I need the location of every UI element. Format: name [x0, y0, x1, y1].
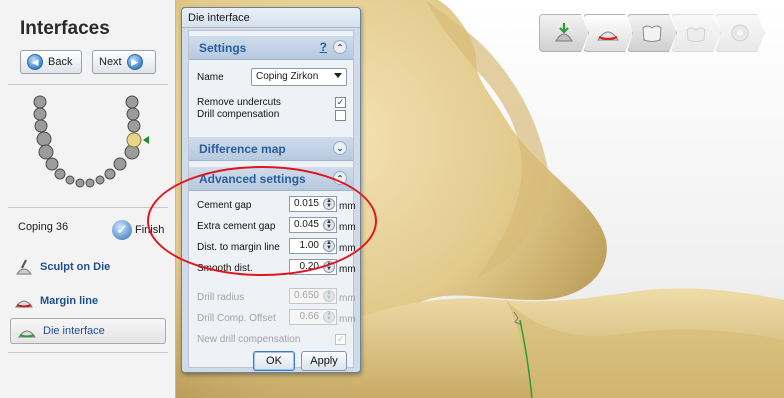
tooth-marker-icon [143, 136, 149, 144]
collapse-icon[interactable]: ⌃ [333, 40, 347, 54]
next-label: Next [99, 56, 122, 68]
settings-section-header[interactable]: Settings ? ⌃ [189, 36, 353, 60]
stage-coping-button[interactable] [583, 14, 633, 52]
settings-header-label: Settings [199, 41, 247, 55]
dental-chart[interactable] [28, 94, 158, 194]
stage-crown-outline-button[interactable] [671, 14, 721, 52]
coping-stage-icon [597, 31, 619, 41]
tool-label: Margin line [40, 295, 99, 307]
stage-crown-button[interactable] [627, 14, 677, 52]
unit-label: mm [339, 293, 356, 304]
drill-comp-offset-label: Drill Comp. Offset [197, 313, 276, 324]
name-label: Name [197, 72, 224, 83]
help-icon[interactable]: ? [320, 40, 327, 54]
spinner-arrows-icon[interactable]: ▲ ▼ [323, 311, 335, 323]
name-value: Coping Zirkon [256, 71, 319, 82]
remove-undercuts-checkbox[interactable]: ✓ [335, 97, 346, 108]
arrow-left-icon: ◀ [27, 54, 43, 70]
drill-comp-offset-spinner[interactable]: 0.66 ▲ ▼ [289, 309, 337, 325]
selected-tooth[interactable] [126, 132, 142, 148]
coping-label: Coping 36 [18, 221, 69, 233]
remove-undercuts-label: Remove undercuts [197, 97, 281, 108]
drill-comp-offset-value: 0.66 [299, 311, 319, 322]
drill-radius-spinner[interactable]: 0.650 ▲ ▼ [289, 288, 337, 304]
settings-stage-icon [731, 24, 749, 42]
new-drill-compensation-checkbox[interactable]: ✓ [335, 334, 346, 345]
drill-compensation-checkbox[interactable] [335, 110, 346, 121]
back-button[interactable]: ◀ Back [20, 50, 82, 74]
sculpt-on-die-tool[interactable]: Sculpt on Die [14, 258, 110, 276]
sculpt-icon [16, 259, 32, 275]
annotation-ellipse [147, 166, 377, 276]
dialog-title[interactable]: Die interface [182, 8, 360, 28]
crown-stage-icon [642, 25, 662, 42]
margin-line-icon [15, 300, 33, 308]
die-interface-icon [18, 330, 36, 338]
stage-die-button[interactable] [539, 14, 589, 52]
divider [8, 84, 168, 85]
expand-icon[interactable]: ⌄ [333, 141, 347, 155]
stage-toolbar [539, 14, 765, 52]
new-drill-compensation-label: New drill compensation [197, 334, 301, 345]
apply-button[interactable]: Apply [301, 351, 347, 371]
stage-settings-button[interactable] [715, 14, 765, 52]
crown-outline-stage-icon [686, 27, 706, 42]
name-dropdown[interactable]: Coping Zirkon [251, 68, 347, 86]
margin-line-tool[interactable]: Margin line [14, 292, 98, 310]
arrow-right-icon: ▶ [126, 54, 143, 70]
next-button[interactable]: Next ▶ [92, 50, 156, 74]
panel-title: Interfaces [20, 18, 110, 39]
drill-radius-value: 0.650 [293, 290, 319, 301]
spinner-arrows-icon[interactable]: ▲ ▼ [323, 290, 335, 302]
left-panel: Interfaces ◀ Back Next ▶ Coping 36 ✓ Fin… [0, 0, 176, 398]
drill-compensation-label: Drill compensation [197, 109, 280, 120]
die-stage-icon [555, 23, 573, 42]
ok-button[interactable]: OK [253, 351, 295, 371]
difference-map-label: Difference map [199, 142, 286, 156]
divider [8, 207, 168, 208]
tool-label: Sculpt on Die [40, 261, 111, 273]
back-label: Back [48, 56, 73, 68]
die-interface-tool[interactable]: Die interface [10, 318, 166, 344]
difference-map-section-header[interactable]: Difference map ⌄ [189, 137, 353, 161]
divider [8, 352, 168, 353]
unit-label: mm [339, 264, 356, 275]
tool-label: Die interface [43, 325, 105, 337]
drill-radius-label: Drill radius [197, 292, 245, 303]
checkmark-icon: ✓ [112, 220, 132, 240]
chevron-down-icon [334, 73, 342, 78]
unit-label: mm [339, 314, 356, 325]
